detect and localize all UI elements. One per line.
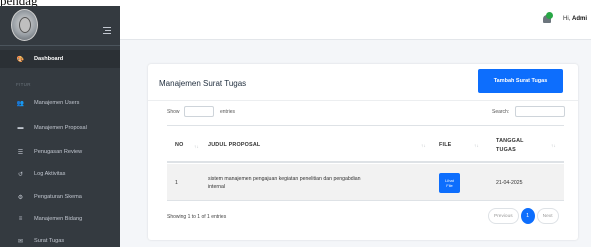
database-icon: ≡ bbox=[18, 216, 23, 222]
table-row: 1 sistem manajemen pengajuan kegiatan pe… bbox=[167, 164, 564, 201]
search-label: Search: bbox=[492, 109, 510, 115]
sidebar-item-surat-tugas[interactable]: ✉ Surat Tugas bbox=[0, 232, 120, 247]
col-header-file[interactable]: FILE ↑↓ bbox=[439, 126, 489, 164]
user-greeting[interactable]: Hi, Admi bbox=[563, 16, 587, 22]
table-info: Showing 1 to 1 of 1 entries bbox=[167, 214, 227, 220]
sidebar-section-header: FITUR bbox=[16, 82, 31, 87]
sidebar: 🎨 Dashboard FITUR 👥 Manajemen Users ▬ Ma… bbox=[0, 0, 120, 247]
sort-icon: ↑↓ bbox=[551, 143, 556, 148]
sidebar-brand bbox=[0, 0, 120, 46]
sidebar-item-label: Penugasan Review bbox=[34, 149, 83, 155]
previous-page-button[interactable]: Previous bbox=[488, 208, 519, 224]
col-header-no[interactable]: NO ↑↓ bbox=[175, 126, 205, 164]
envelope-icon: ✉ bbox=[17, 238, 24, 245]
col-header-judul[interactable]: JUDUL PROPOSAL ↑↓ bbox=[208, 126, 433, 164]
pagination: Previous 1 Next bbox=[488, 208, 559, 224]
notification-bell-icon[interactable] bbox=[542, 12, 553, 24]
search-input[interactable] bbox=[515, 106, 565, 117]
view-file-button[interactable]: Lihat File bbox=[439, 172, 460, 193]
cell-judul: sistem manajemen pengajuan kegiatan pene… bbox=[208, 164, 433, 201]
sidebar-item-pengaturan-skema[interactable]: ⚙ Pengaturan Skema bbox=[0, 188, 120, 206]
card-divider bbox=[148, 100, 578, 101]
sidebar-item-dashboard[interactable]: 🎨 Dashboard bbox=[0, 50, 120, 68]
col-header-tanggal-label-2: TUGAS bbox=[496, 146, 516, 153]
sidebar-item-label: Manajemen Bidang bbox=[34, 216, 83, 222]
page-title: Manajemen Surat Tugas bbox=[159, 79, 247, 88]
col-header-tanggal[interactable]: TANGGAL TUGAS ↑↓ bbox=[496, 126, 564, 164]
sort-icon: ↑↓ bbox=[194, 144, 199, 149]
cell-tanggal: 21-04-2025 bbox=[496, 179, 523, 186]
sidebar-item-label: Log Aktivitas bbox=[34, 171, 66, 177]
sort-icon: ↑↓ bbox=[474, 143, 479, 148]
sidebar-item-manajemen-bidang[interactable]: ≡ Manajemen Bidang bbox=[0, 210, 120, 228]
surat-tugas-card: Manajemen Surat Tugas Tambah Surat Tugas… bbox=[148, 64, 578, 240]
col-header-no-label: NO bbox=[175, 142, 184, 148]
cell-judul-line-2: internal bbox=[208, 183, 226, 190]
add-surat-tugas-button[interactable]: Tambah Surat Tugas bbox=[478, 69, 563, 93]
entries-label: entries bbox=[220, 109, 236, 115]
cell-file: Lihat File bbox=[439, 164, 469, 201]
cell-judul-line-1: sistem manajemen pengajuan kegiatan pene… bbox=[208, 175, 361, 182]
sidebar-item-manajemen-proposal[interactable]: ▬ Manajemen Proposal bbox=[0, 119, 120, 137]
notification-badge bbox=[546, 12, 553, 19]
sidebar-item-log-aktivitas[interactable]: ↺ Log Aktivitas bbox=[0, 165, 120, 183]
page-1-button[interactable]: 1 bbox=[520, 208, 535, 224]
sidebar-item-label: Pengaturan Skema bbox=[34, 194, 82, 200]
user-name: Admi bbox=[572, 16, 587, 22]
logo-emblem bbox=[19, 17, 31, 33]
sidebar-toggle-icon[interactable] bbox=[103, 27, 111, 34]
cell-no: 1 bbox=[175, 179, 178, 186]
history-icon: ↺ bbox=[17, 171, 24, 178]
top-text-fragment: pendag bbox=[0, 0, 140, 6]
sidebar-item-penugasan-review[interactable]: ☰ Penugasan Review bbox=[0, 143, 120, 161]
list-icon: ☰ bbox=[17, 149, 24, 156]
show-label: Show bbox=[167, 109, 180, 115]
university-logo[interactable] bbox=[11, 9, 38, 41]
sidebar-item-label: Dashboard bbox=[34, 56, 64, 62]
greeting-prefix: Hi, bbox=[563, 16, 572, 22]
topbar: Hi, Admi bbox=[120, 0, 591, 40]
sidebar-item-label: Manajemen Proposal bbox=[34, 125, 87, 131]
cogs-icon: ⚙ bbox=[17, 194, 24, 201]
view-file-label-2: File bbox=[446, 182, 453, 188]
palette-icon: 🎨 bbox=[16, 56, 25, 63]
col-header-judul-label: JUDUL PROPOSAL bbox=[208, 142, 261, 148]
sidebar-item-label: Manajemen Users bbox=[34, 100, 80, 106]
sort-icon: ↑↓ bbox=[421, 143, 426, 148]
sidebar-item-manajemen-users[interactable]: 👥 Manajemen Users bbox=[0, 94, 120, 112]
col-header-tanggal-label-1: TANGGAL bbox=[496, 137, 524, 144]
entries-length-select[interactable] bbox=[184, 106, 214, 117]
col-header-file-label: FILE bbox=[439, 142, 452, 148]
users-icon: 👥 bbox=[16, 100, 25, 107]
next-page-button[interactable]: Next bbox=[536, 208, 559, 224]
sidebar-item-label: Surat Tugas bbox=[34, 238, 65, 244]
table-header: NO ↑↓ JUDUL PROPOSAL ↑↓ FILE ↑↓ TANGGAL … bbox=[167, 125, 564, 163]
folder-icon: ▬ bbox=[17, 125, 24, 131]
